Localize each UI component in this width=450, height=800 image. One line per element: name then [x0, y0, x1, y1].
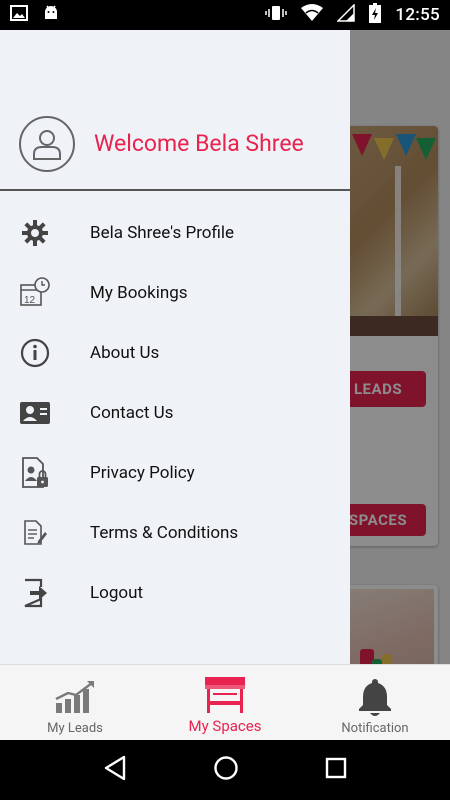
menu-item-profile[interactable]: Bela Shree's Profile: [0, 203, 350, 263]
nav-tab-notification[interactable]: Notification: [300, 665, 450, 740]
nav-tab-my-spaces[interactable]: My Spaces: [150, 665, 300, 740]
menu-label: Bela Shree's Profile: [90, 223, 235, 243]
recents-icon[interactable]: [325, 757, 347, 783]
welcome-text: Welcome Bela Shree: [94, 130, 304, 157]
calendar-clock-icon: 12: [18, 276, 52, 310]
menu-label: Logout: [90, 583, 144, 603]
svg-text:12: 12: [24, 295, 36, 306]
status-time: 12:55: [395, 5, 440, 25]
menu-item-logout[interactable]: Logout: [0, 563, 350, 623]
menu-label: About Us: [90, 343, 160, 363]
bottom-navigation: My Leads My Spaces Notification: [0, 664, 450, 740]
menu-item-about[interactable]: About Us: [0, 323, 350, 383]
battery-charging-icon: [369, 3, 382, 27]
navigation-drawer: Welcome Bela Shree Bela Shree's Profile …: [0, 30, 350, 664]
stall-icon: [203, 675, 247, 719]
menu-item-terms[interactable]: Terms & Conditions: [0, 503, 350, 563]
menu-item-privacy[interactable]: Privacy Policy: [0, 443, 350, 503]
nav-label: My Spaces: [188, 717, 262, 735]
growth-chart-icon: [54, 679, 96, 719]
cellular-signal-icon: [336, 3, 356, 26]
wifi-icon: [301, 4, 324, 26]
user-icon: [33, 130, 61, 160]
avatar[interactable]: [19, 116, 75, 172]
terms-document-icon: [18, 516, 52, 550]
home-icon[interactable]: [213, 755, 239, 785]
menu-label: My Bookings: [90, 283, 188, 303]
menu-label: Privacy Policy: [90, 463, 195, 483]
contact-card-icon: [18, 396, 52, 430]
menu-label: Terms & Conditions: [90, 523, 239, 543]
menu-label: Contact Us: [90, 403, 174, 423]
status-bar: 12:55: [0, 0, 450, 30]
nav-tab-my-leads[interactable]: My Leads: [0, 665, 150, 740]
logout-icon: [18, 576, 52, 610]
menu-item-contact[interactable]: Contact Us: [0, 383, 350, 443]
nav-label: Notification: [341, 721, 409, 736]
info-icon: [18, 336, 52, 370]
android-icon: [42, 4, 60, 26]
drawer-header: Welcome Bela Shree: [0, 30, 350, 191]
nav-label: My Leads: [47, 721, 103, 736]
image-icon: [10, 5, 28, 25]
privacy-document-icon: [18, 456, 52, 490]
bell-icon: [358, 677, 392, 721]
vibrate-icon: [265, 4, 288, 26]
gear-icon: [18, 216, 52, 250]
menu-item-bookings[interactable]: 12 My Bookings: [0, 263, 350, 323]
back-icon[interactable]: [103, 755, 127, 785]
system-navigation-bar: [0, 740, 450, 800]
